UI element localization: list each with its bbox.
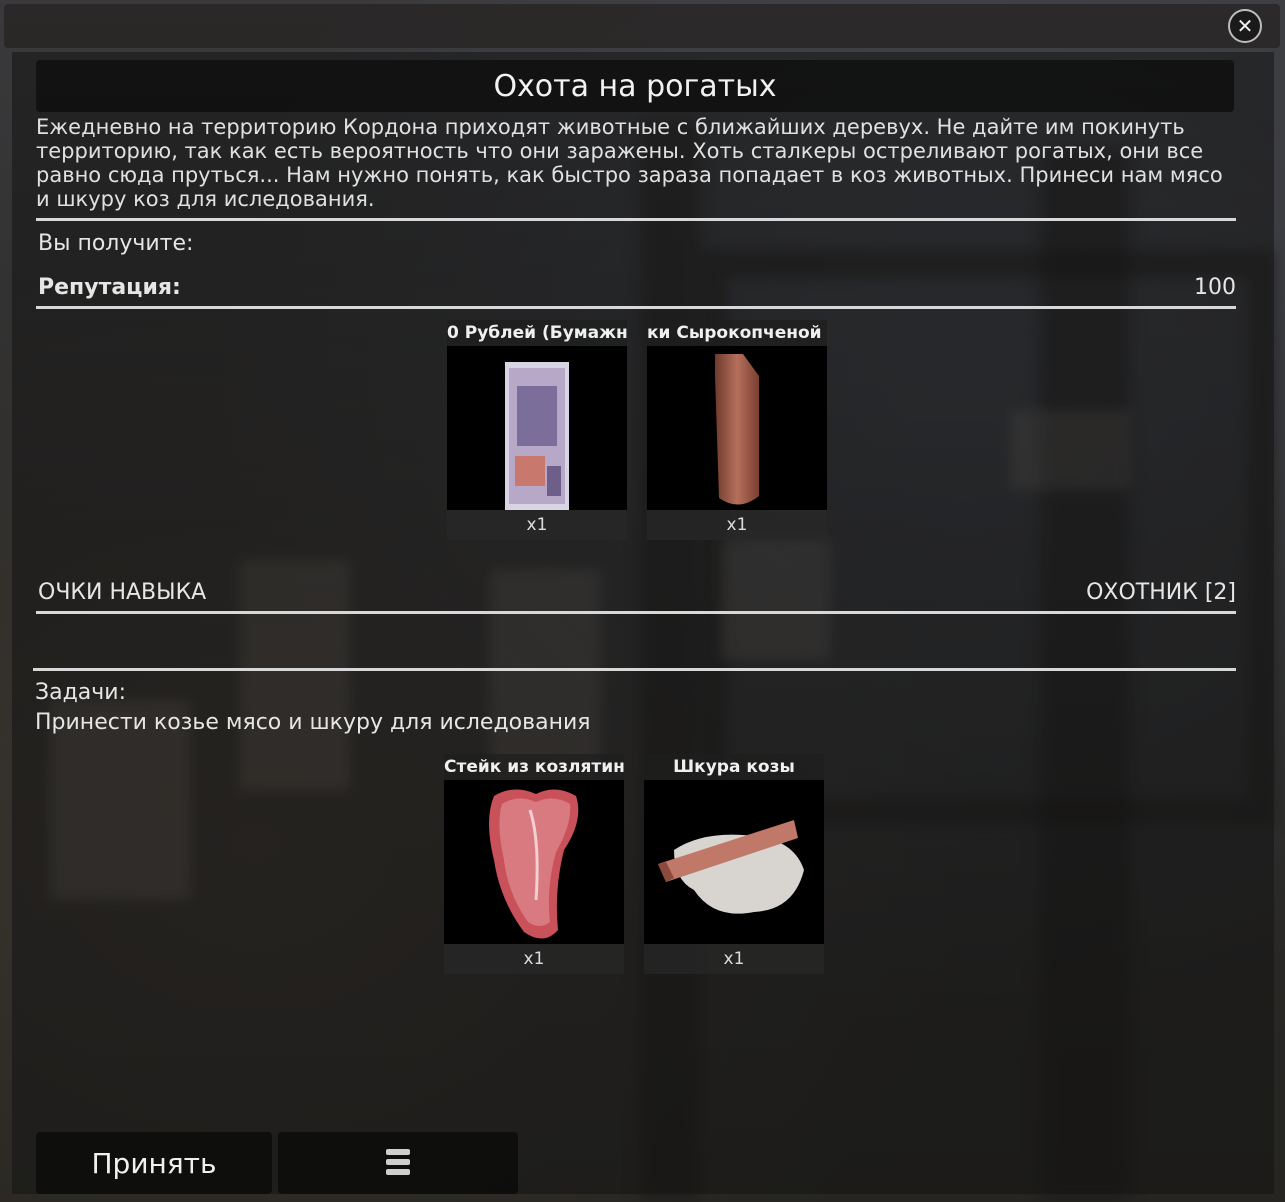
item-quantity: x1 [444, 944, 624, 974]
skill-points-label: ОЧКИ НАВЫКА [38, 580, 207, 605]
secondary-button[interactable] [278, 1132, 518, 1194]
item-quantity: x1 [644, 944, 824, 974]
reputation-label: Репутация: [38, 275, 181, 300]
close-button[interactable]: ✕ [1228, 9, 1262, 43]
task-item[interactable]: Стейк из козлятины x1 [444, 754, 624, 974]
skill-points-value: ОХОТНИК [2] [1086, 580, 1236, 605]
divider [36, 611, 1236, 614]
reward-item[interactable]: ки Сырокопченой К x1 [647, 320, 827, 540]
task-item[interactable]: Шкура козы x1 [644, 754, 824, 974]
reward-item[interactable]: 0 Рублей (Бумажны x1 [447, 320, 627, 540]
quest-title-bar: Охота на рогатых [36, 60, 1234, 112]
rewards-header: Вы получите: [38, 231, 194, 256]
steak-icon [489, 789, 579, 939]
accept-button[interactable]: Принять [36, 1132, 272, 1194]
quest-panel [12, 52, 1274, 1194]
item-name: ки Сырокопченой К [647, 320, 827, 346]
item-slot [447, 346, 627, 510]
stack-icon [386, 1149, 410, 1175]
item-slot [444, 780, 624, 944]
tasks-header: Задачи: [35, 680, 126, 705]
window-titlebar [4, 4, 1280, 48]
quest-description: Ежедневно на территорию Кордона приходят… [36, 115, 1223, 211]
item-slot [647, 346, 827, 510]
divider [36, 306, 1236, 309]
reputation-value: 100 [1194, 275, 1236, 300]
sausage-icon [715, 354, 759, 505]
task-text: Принести козье мясо и шкуру для иследова… [35, 710, 591, 735]
item-name: 0 Рублей (Бумажны [447, 320, 627, 346]
close-icon: ✕ [1236, 14, 1254, 38]
item-slot [644, 780, 824, 944]
divider [33, 668, 1236, 671]
goat-hide-icon [658, 820, 804, 914]
item-quantity: x1 [447, 510, 627, 540]
quest-title: Охота на рогатых [493, 68, 777, 104]
item-name: Шкура козы [644, 754, 824, 780]
divider [36, 218, 1236, 221]
accept-button-label: Принять [91, 1146, 217, 1180]
item-name: Стейк из козлятины [444, 754, 624, 780]
banknote-icon [505, 362, 569, 510]
item-quantity: x1 [647, 510, 827, 540]
